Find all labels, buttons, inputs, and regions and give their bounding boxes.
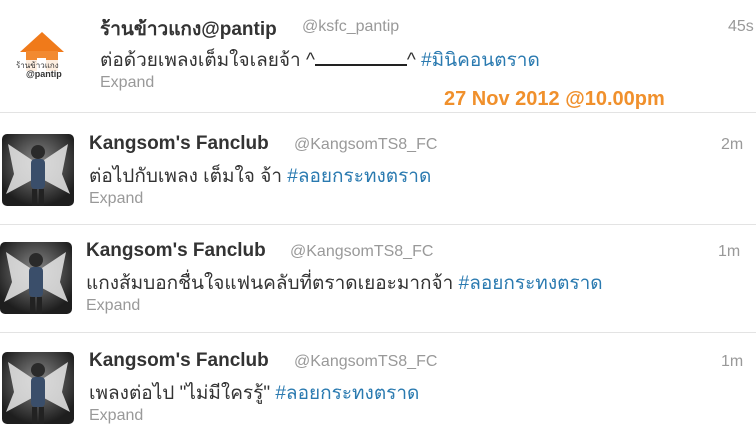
tweet-author-handle[interactable]: @ksfc_pantip (302, 18, 399, 36)
expand-link[interactable]: Expand (86, 297, 140, 315)
tweet-author-handle[interactable]: @KangsomTS8_FC (290, 243, 433, 261)
tweet-text: แกงส้มบอกชื่นใจแฟนคลับที่ตราดเยอะมากจ้า … (86, 268, 603, 298)
tweet-author-name[interactable]: Kangsom's Fanclub (89, 350, 269, 372)
tweet-text: ต่อด้วยเพลงเต็มใจเลยจ้า ^ ^ #มินิคอนตราด (100, 45, 540, 75)
text-underline-blank (314, 50, 407, 66)
divider (0, 224, 756, 225)
tweet-author-name[interactable]: Kangsom's Fanclub (86, 240, 266, 262)
tweet-text-body: แกงส้มบอกชื่นใจแฟนคลับที่ตราดเยอะมากจ้า (86, 273, 459, 294)
divider (0, 332, 756, 333)
fanclub-avatar[interactable] (2, 352, 74, 424)
tweet-timestamp[interactable]: 45s (728, 18, 754, 36)
hashtag-link[interactable]: #ลอยกระทงตราด (287, 166, 431, 187)
tweet-text-body: เพลงต่อไป "ไม่มีใครรู้" (89, 383, 276, 404)
expand-link[interactable]: Expand (89, 407, 143, 425)
pantip-logo-avatar[interactable]: ร้านข้าวแกง @pantip (12, 22, 72, 82)
tweet-timestamp[interactable]: 1m (721, 353, 743, 371)
tweet-text-body: ต่อไปกับเพลง เต็มใจ จ้า (89, 166, 288, 187)
svg-text:@pantip: @pantip (26, 69, 62, 79)
date-overlay-caption: 27 Nov 2012 @10.00pm (444, 88, 665, 110)
tweet-timestamp[interactable]: 1m (718, 243, 740, 261)
tweet-author-name[interactable]: ร้านข้าวแกง@pantip (100, 14, 277, 44)
expand-link[interactable]: Expand (100, 74, 154, 92)
tweet-text: เพลงต่อไป "ไม่มีใครรู้" #ลอยกระทงตราด (89, 378, 419, 408)
divider (0, 112, 756, 113)
tweet-text-start: ต่อด้วยเพลงเต็มใจเลยจ้า ^ (100, 50, 315, 71)
tweet-text: ต่อไปกับเพลง เต็มใจ จ้า #ลอยกระทงตราด (89, 161, 431, 191)
fanclub-avatar[interactable] (2, 134, 74, 206)
hashtag-link[interactable]: #ลอยกระทงตราด (459, 273, 603, 294)
expand-link[interactable]: Expand (89, 190, 143, 208)
hashtag-link[interactable]: #มินิคอนตราด (421, 50, 540, 71)
tweet-author-handle[interactable]: @KangsomTS8_FC (294, 353, 437, 371)
hashtag-link[interactable]: #ลอยกระทงตราด (275, 383, 419, 404)
tweet-text-end: ^ (406, 50, 422, 71)
tweet-author-name[interactable]: Kangsom's Fanclub (89, 133, 269, 155)
fanclub-avatar[interactable] (0, 242, 72, 314)
tweet-author-handle[interactable]: @KangsomTS8_FC (294, 136, 437, 154)
tweet-timestamp[interactable]: 2m (721, 136, 743, 154)
